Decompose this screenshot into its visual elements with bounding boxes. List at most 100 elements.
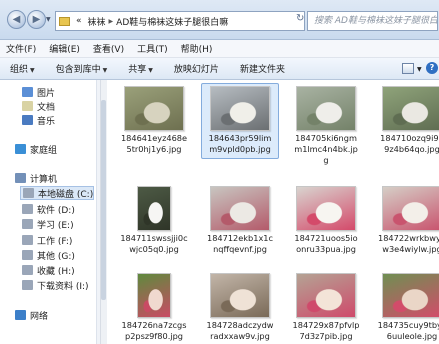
image-thumbnail xyxy=(296,273,356,318)
file-name-line: nqffqevnf.jpg xyxy=(213,244,267,254)
menu-tools[interactable]: 工具(T) xyxy=(137,42,168,55)
file-item[interactable]: 184735cuy9tbyc6uuleole.jpg xyxy=(369,270,439,344)
nav-item-9[interactable]: 其他 (G:) xyxy=(22,248,75,262)
image-thumbnail xyxy=(296,186,356,231)
change-view-icon[interactable] xyxy=(402,63,414,74)
forward-button[interactable]: ▶ xyxy=(27,10,46,29)
file-item[interactable]: 184729x87pfvlp 7d3z7pib.jpg xyxy=(283,270,369,344)
file-name-line: 5tr0hj1y6.jpg xyxy=(126,144,182,154)
share-label: 共享 xyxy=(128,65,147,75)
navigation-scrollbar-thumb[interactable] xyxy=(101,100,106,300)
breadcrumb-separator-icon[interactable]: ▶ xyxy=(109,18,114,25)
file-name-line: 7d3z7pib.jpg xyxy=(299,331,353,341)
nav-item-label: 图片 xyxy=(37,88,56,99)
file-item[interactable]: 184721uoos5io onru33pua.jpg xyxy=(283,183,369,265)
organize-button[interactable]: 组织 ▼ xyxy=(10,62,35,75)
drive-icon xyxy=(22,250,33,260)
file-name-line: m9vpld0pb.jpg xyxy=(209,144,271,154)
nav-item-0[interactable]: 图片 xyxy=(22,85,55,99)
image-thumbnail xyxy=(137,273,171,318)
file-name-line: g xyxy=(323,155,329,165)
nav-item-1[interactable]: 文档 xyxy=(22,99,55,113)
breadcrumb-item-current[interactable]: AD鞋与棉袜这妹子腿很白嘛 xyxy=(116,15,228,28)
forward-arrow-icon: ▶ xyxy=(32,14,41,25)
menu-file[interactable]: 文件(F) xyxy=(6,42,36,55)
nav-item-8[interactable]: 工作 (F:) xyxy=(22,233,72,247)
file-item[interactable]: 184722wrkbwynw3e4wiylw.jpg xyxy=(369,183,439,265)
file-item[interactable]: 184710ozq9i94 9z4b64qo.jpg xyxy=(369,83,439,165)
recent-pages-dropdown-icon[interactable]: ▼ xyxy=(46,16,51,23)
image-thumbnail xyxy=(137,186,171,231)
file-item[interactable]: 184711swssjji0c wjc05q0.jpg xyxy=(111,183,197,265)
file-name: 184722wrkbwynw3e4wiylw.jpg xyxy=(369,233,439,255)
nav-item-label: 音乐 xyxy=(37,116,56,127)
file-name-line: 184641eyz468e xyxy=(120,133,188,143)
file-name: 184729x87pfvlp 7d3z7pib.jpg xyxy=(283,320,369,342)
file-name-line: 184643pr59lim xyxy=(208,133,272,143)
menu-view[interactable]: 查看(V) xyxy=(93,42,124,55)
file-name: 184705ki6ngm m1lmc4n4bk.jp g xyxy=(283,133,369,166)
nav-item-6[interactable]: 软件 (D:) xyxy=(22,202,75,216)
nav-item-4[interactable]: 计算机 xyxy=(15,171,57,185)
nav-item-5[interactable]: 本地磁盘 (C:) xyxy=(20,186,95,200)
file-item[interactable]: 184641eyz468e 5tr0hj1y6.jpg xyxy=(111,83,197,165)
file-name-line: 184726na7zcgs xyxy=(121,320,187,330)
search-input[interactable]: 搜索 AD鞋与棉袜这妹子腿很白嘛 xyxy=(307,11,438,31)
file-name: 184643pr59lim m9vpld0pb.jpg xyxy=(197,133,283,155)
file-name: 184735cuy9tbyc6uuleole.jpg xyxy=(369,320,439,342)
back-arrow-icon: ◀ xyxy=(12,14,21,25)
file-name-line: 9z4b64qo.jpg xyxy=(384,144,439,154)
slideshow-button[interactable]: 放映幻灯片 xyxy=(174,62,219,75)
help-icon[interactable]: ? xyxy=(426,62,438,74)
breadcrumb-item-parent[interactable]: 袜袜 xyxy=(88,15,106,28)
file-item[interactable]: 184643pr59lim m9vpld0pb.jpg xyxy=(197,83,283,165)
nav-item-11[interactable]: 下载资料 (I:) xyxy=(22,278,89,292)
homegroup-icon xyxy=(15,144,26,154)
file-item[interactable]: 184705ki6ngm m1lmc4n4bk.jp g xyxy=(283,83,369,165)
view-options-dropdown-icon[interactable]: ▼ xyxy=(417,66,422,73)
file-item[interactable]: 184712ekb1x1c nqffqevnf.jpg xyxy=(197,183,283,265)
command-bar: 组织 ▼ 包含到库中 ▼ 共享 ▼ 放映幻灯片 新建文件夹 xyxy=(0,58,439,80)
drive-icon xyxy=(23,188,34,198)
file-name-line: wjc05q0.jpg xyxy=(129,244,179,254)
nav-item-12[interactable]: 网络 xyxy=(15,308,48,322)
nav-item-label: 软件 (D:) xyxy=(37,205,75,216)
refresh-icon[interactable]: ↻ xyxy=(296,13,304,24)
folder-icon xyxy=(59,16,70,26)
breadcrumb-overflow[interactable]: « xyxy=(76,16,82,26)
nav-item-label: 其他 (G:) xyxy=(37,251,75,262)
file-name-line: 184728adczydw xyxy=(206,320,274,330)
share-button[interactable]: 共享 ▼ xyxy=(128,62,153,75)
file-name-line: 6uuleole.jpg xyxy=(386,331,438,341)
image-thumbnail xyxy=(382,86,439,131)
file-name-line: 184712ekb1x1c xyxy=(207,233,273,243)
nav-item-2[interactable]: 音乐 xyxy=(22,113,55,127)
nav-item-10[interactable]: 收藏 (H:) xyxy=(22,263,75,277)
menu-edit[interactable]: 编辑(E) xyxy=(49,42,80,55)
file-name-line: w3e4wiylw.jpg xyxy=(382,244,439,254)
file-item[interactable]: 184726na7zcgs p2psz9f80.jpg xyxy=(111,270,197,344)
include-in-library-button[interactable]: 包含到库中 ▼ xyxy=(56,62,108,75)
nav-item-7[interactable]: 学习 (E:) xyxy=(22,217,74,231)
menu-help[interactable]: 帮助(H) xyxy=(181,42,213,55)
drive-icon xyxy=(22,219,33,229)
file-name-line: 184722wrkbwyn xyxy=(378,233,439,243)
file-name-line: 184710ozq9i94 xyxy=(380,133,439,143)
documents-icon xyxy=(22,101,33,111)
file-name-line: onru33pua.jpg xyxy=(296,244,356,254)
file-name-line: 184729x87pfvlp xyxy=(292,320,360,330)
include-in-library-label: 包含到库中 xyxy=(55,65,101,75)
image-thumbnail xyxy=(210,86,270,131)
back-button[interactable]: ◀ xyxy=(7,10,26,29)
file-name: 184726na7zcgs p2psz9f80.jpg xyxy=(111,320,197,342)
file-name-line: 184721uoos5io xyxy=(294,233,358,243)
breadcrumb[interactable]: « 袜袜 ▶ AD鞋与棉袜这妹子腿很白嘛 xyxy=(55,11,305,31)
new-folder-button[interactable]: 新建文件夹 xyxy=(240,62,285,75)
nav-item-label: 家庭组 xyxy=(30,145,58,156)
nav-item-3[interactable]: 家庭组 xyxy=(15,142,57,156)
file-list: 184641eyz468e 5tr0hj1y6.jpg 184643pr59lim m… xyxy=(107,80,439,344)
file-name-line: m1lmc4n4bk.jp xyxy=(294,144,358,154)
image-thumbnail xyxy=(382,273,439,318)
file-item[interactable]: 184728adczydw radxxaw9v.jpg xyxy=(197,270,283,344)
nav-item-label: 工作 (F:) xyxy=(37,236,73,247)
